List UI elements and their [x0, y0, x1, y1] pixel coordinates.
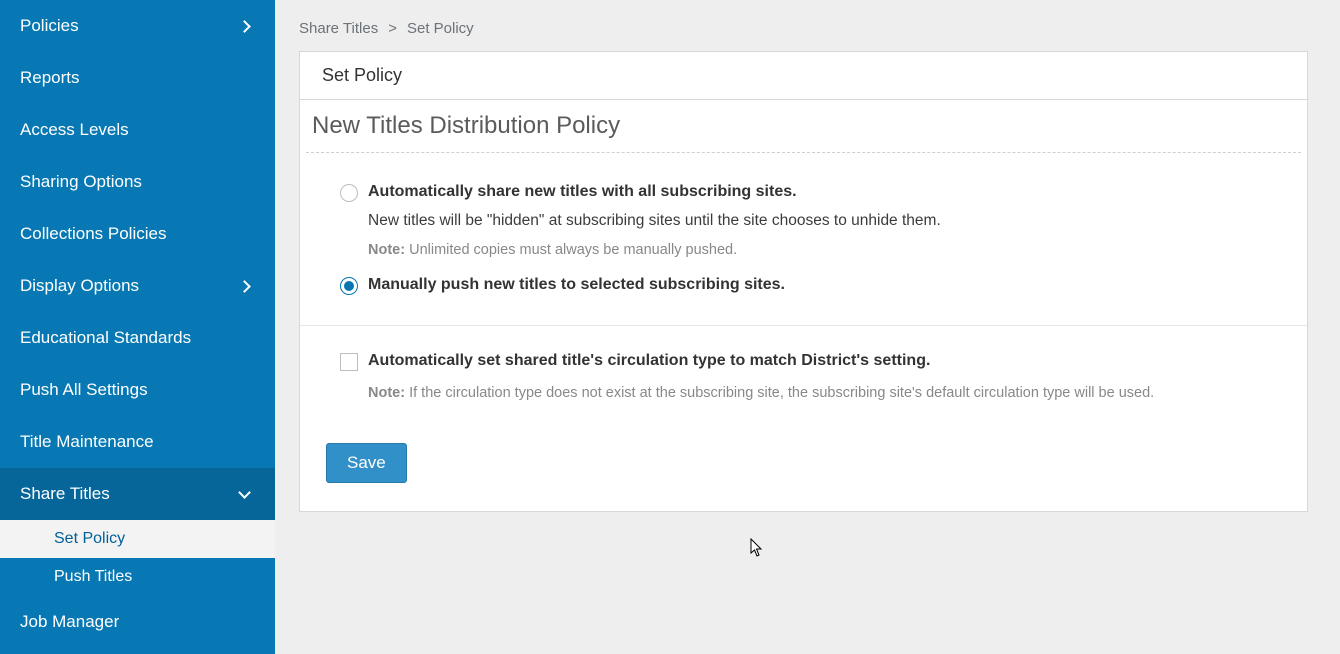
sidebar-item-label: Job Manager [20, 612, 119, 632]
sidebar-item-display-options[interactable]: Display Options [0, 260, 275, 312]
checkbox-note: Note: If the circulation type does not e… [368, 385, 1267, 401]
sidebar-item-label: Reports [20, 68, 80, 88]
breadcrumb-separator: > [388, 20, 397, 37]
note-text: If the circulation type does not exist a… [405, 385, 1154, 401]
checkbox-label: Automatically set shared title's circula… [368, 352, 930, 370]
breadcrumb: Share Titles > Set Policy [299, 20, 1308, 37]
panel-body: Automatically share new titles with all … [300, 153, 1307, 511]
option-manual-push[interactable]: Manually push new titles to selected sub… [340, 276, 1267, 295]
option-note: Note: Unlimited copies must always be ma… [368, 242, 1267, 258]
distribution-policy-options: Automatically share new titles with all … [300, 153, 1307, 326]
radio-icon[interactable] [340, 277, 358, 295]
sidebar-item-educational-standards[interactable]: Educational Standards [0, 312, 275, 364]
sidebar-item-label: Set Policy [54, 530, 125, 547]
panel-header: Set Policy [300, 52, 1307, 100]
main-content: Share Titles > Set Policy Set Policy New… [275, 0, 1340, 654]
sidebar-item-label: Sharing Options [20, 172, 142, 192]
sidebar-item-label: Policies [20, 16, 79, 36]
sidebar-item-access-levels[interactable]: Access Levels [0, 104, 275, 156]
radio-icon[interactable] [340, 184, 358, 202]
sidebar-item-label: Display Options [20, 276, 139, 296]
checkbox-icon[interactable] [340, 353, 358, 371]
sidebar-subitem-push-titles[interactable]: Push Titles [0, 558, 275, 596]
sidebar-item-title-maintenance[interactable]: Title Maintenance [0, 416, 275, 468]
sidebar-submenu-share-titles: Set Policy Push Titles [0, 520, 275, 596]
option-label: Manually push new titles to selected sub… [368, 276, 785, 294]
chevron-down-icon [238, 486, 251, 499]
sidebar-item-label: Collections Policies [20, 224, 166, 244]
option-label: Automatically share new titles with all … [368, 183, 797, 201]
chevron-right-icon [238, 280, 251, 293]
sidebar-item-reports[interactable]: Reports [0, 52, 275, 104]
sidebar-item-label: Push Titles [54, 568, 132, 585]
sidebar-item-policies[interactable]: Policies [0, 0, 275, 52]
sidebar-item-label: Educational Standards [20, 328, 191, 348]
set-policy-panel: Set Policy New Titles Distribution Polic… [299, 51, 1308, 512]
sidebar: Policies Reports Access Levels Sharing O… [0, 0, 275, 654]
panel-footer: Save [300, 425, 1307, 511]
sidebar-item-label: Access Levels [20, 120, 129, 140]
sidebar-item-job-manager[interactable]: Job Manager [0, 596, 275, 648]
note-label: Note: [368, 242, 405, 258]
sidebar-item-collections-policies[interactable]: Collections Policies [0, 208, 275, 260]
circulation-type-option: Automatically set shared title's circula… [300, 326, 1307, 425]
option-auto-share[interactable]: Automatically share new titles with all … [340, 183, 1267, 202]
breadcrumb-share-titles[interactable]: Share Titles [299, 20, 378, 37]
sidebar-item-label: Share Titles [20, 484, 110, 504]
save-button[interactable]: Save [326, 443, 407, 483]
note-label: Note: [368, 385, 405, 401]
sidebar-item-sharing-options[interactable]: Sharing Options [0, 156, 275, 208]
sidebar-item-label: Push All Settings [20, 380, 148, 400]
note-text: Unlimited copies must always be manually… [405, 242, 737, 258]
chevron-right-icon [238, 20, 251, 33]
section-title: New Titles Distribution Policy [306, 100, 1301, 153]
checkbox-auto-circ-type[interactable]: Automatically set shared title's circula… [340, 352, 1267, 371]
sidebar-item-label: Title Maintenance [20, 432, 154, 452]
sidebar-item-share-titles[interactable]: Share Titles [0, 468, 275, 520]
option-subtext: New titles will be "hidden" at subscribi… [368, 212, 1267, 230]
sidebar-item-push-all-settings[interactable]: Push All Settings [0, 364, 275, 416]
breadcrumb-set-policy: Set Policy [407, 20, 474, 37]
sidebar-subitem-set-policy[interactable]: Set Policy [0, 520, 275, 558]
